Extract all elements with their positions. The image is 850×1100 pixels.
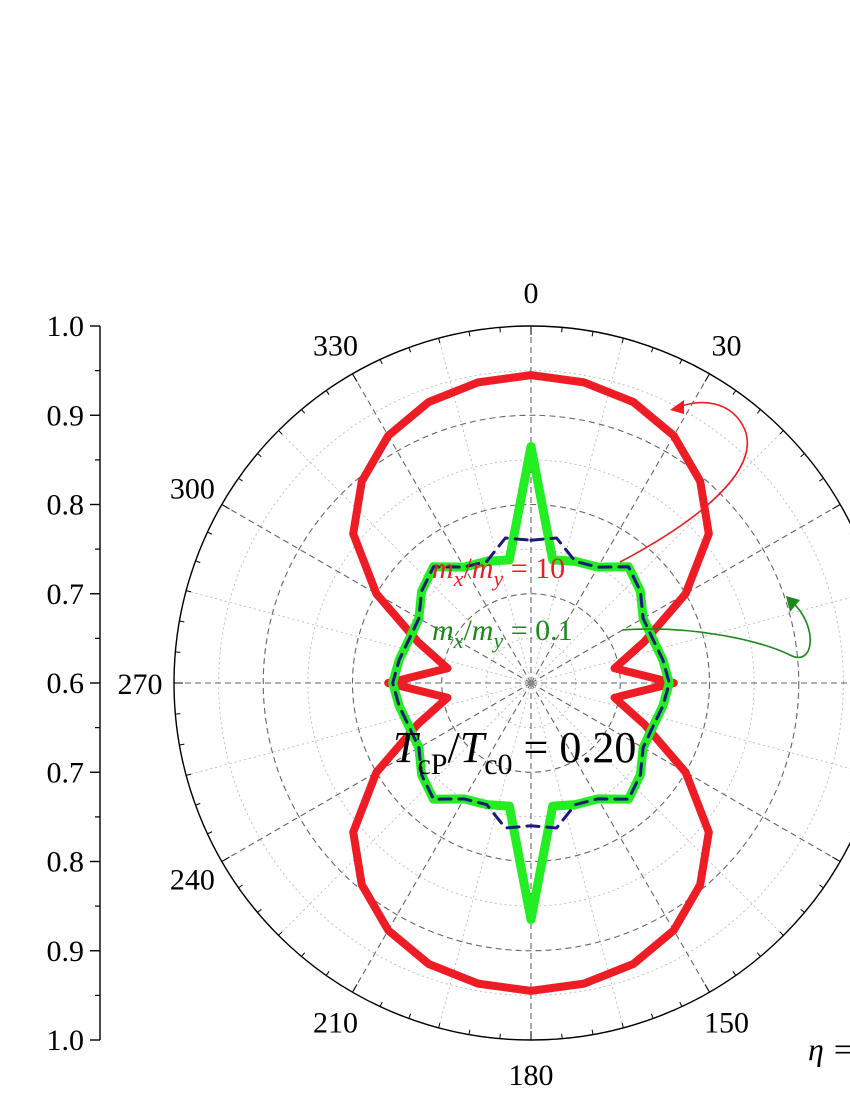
angle-tick <box>468 331 471 337</box>
angle-tick <box>352 984 358 993</box>
radial-tick-label: 0.9 <box>47 399 85 432</box>
radial-tick-label: 1.0 <box>47 310 85 343</box>
angle-tick <box>186 773 192 776</box>
angle-tick-label: 300 <box>170 473 215 506</box>
angle-tick <box>819 477 824 482</box>
angle-tick <box>779 430 784 435</box>
angle-tick <box>704 984 710 993</box>
angle-tick <box>756 952 761 957</box>
angle-tick <box>650 347 654 353</box>
angle-tick <box>301 409 306 414</box>
polar-chart: 1.0 0.9 0.8 0.7 0.6 0.7 0.8 0.9 1.0 0 30 150 180 210… <box>47 277 850 1092</box>
angle-tick-label: 30 <box>712 329 742 362</box>
temperature-ratio-annotation: TcP/Tc0 = 0.20 <box>393 723 636 781</box>
angle-tick <box>621 338 624 344</box>
radial-tick-label: 0.6 <box>47 667 85 700</box>
angle-tick <box>221 856 230 862</box>
angle-tick <box>704 373 710 382</box>
angle-tick <box>301 952 306 957</box>
angle-tick <box>238 477 243 482</box>
angle-tick <box>325 971 330 976</box>
angle-tick <box>650 1013 654 1019</box>
angle-tick <box>621 1022 624 1028</box>
angle-tick <box>257 908 262 913</box>
angle-tick <box>379 359 383 365</box>
angle-tick-label: 330 <box>313 329 358 362</box>
angle-tick <box>179 743 185 746</box>
angle-tick <box>408 1013 412 1019</box>
angle-tick <box>278 931 283 936</box>
radial-tick-label: 1.0 <box>47 1024 85 1057</box>
angle-tick <box>408 347 412 353</box>
angle-tick-label: 0 <box>524 277 539 310</box>
angle-tick-label: 180 <box>509 1059 554 1092</box>
angle-tick <box>832 856 841 862</box>
grid-spoke <box>530 597 850 684</box>
angle-tick <box>732 971 737 976</box>
angle-tick <box>800 453 805 458</box>
angle-tick <box>779 931 784 936</box>
radial-axis: 1.0 0.9 0.8 0.7 0.6 0.7 0.8 0.9 1.0 <box>47 310 101 1057</box>
radial-tick-label: 0.8 <box>47 489 85 522</box>
angle-tick-label: 150 <box>704 1007 749 1040</box>
angle-tick <box>195 802 201 806</box>
angle-tick <box>679 359 683 365</box>
angle-tick <box>819 884 824 889</box>
angle-tick <box>195 560 201 564</box>
radial-tick-label: 0.9 <box>47 935 85 968</box>
angle-tick <box>352 373 358 382</box>
angle-tick <box>379 1001 383 1007</box>
angle-tick <box>800 908 805 913</box>
center-dot <box>528 680 534 686</box>
angle-tick <box>257 453 262 458</box>
angle-tick <box>679 1001 683 1007</box>
radial-tick-label: 0.8 <box>47 846 85 879</box>
angle-tick <box>832 504 841 510</box>
angle-tick-label: 270 <box>118 668 163 701</box>
polar-grid <box>173 325 850 1041</box>
angle-tick <box>278 430 283 435</box>
angle-tick <box>207 831 213 835</box>
angle-tick <box>179 620 185 623</box>
angle-tick <box>221 504 230 510</box>
angle-tick <box>756 409 761 414</box>
angle-axis-label: η = <box>808 1031 850 1067</box>
angle-tick <box>468 1029 471 1035</box>
radial-tick-label: 0.7 <box>47 578 85 611</box>
red-label-arrow <box>619 400 748 563</box>
angle-tick <box>186 590 192 593</box>
angle-tick <box>438 338 441 344</box>
radial-tick-label: 0.7 <box>47 756 85 789</box>
angle-tick-label: 240 <box>170 864 215 897</box>
angle-tick <box>325 390 330 395</box>
angle-tick <box>591 1029 594 1035</box>
angle-tick <box>238 884 243 889</box>
angle-tick <box>591 331 594 337</box>
angle-tick-label: 210 <box>313 1007 358 1040</box>
angle-tick <box>438 1022 441 1028</box>
angle-tick <box>732 390 737 395</box>
angle-tick <box>207 531 213 535</box>
